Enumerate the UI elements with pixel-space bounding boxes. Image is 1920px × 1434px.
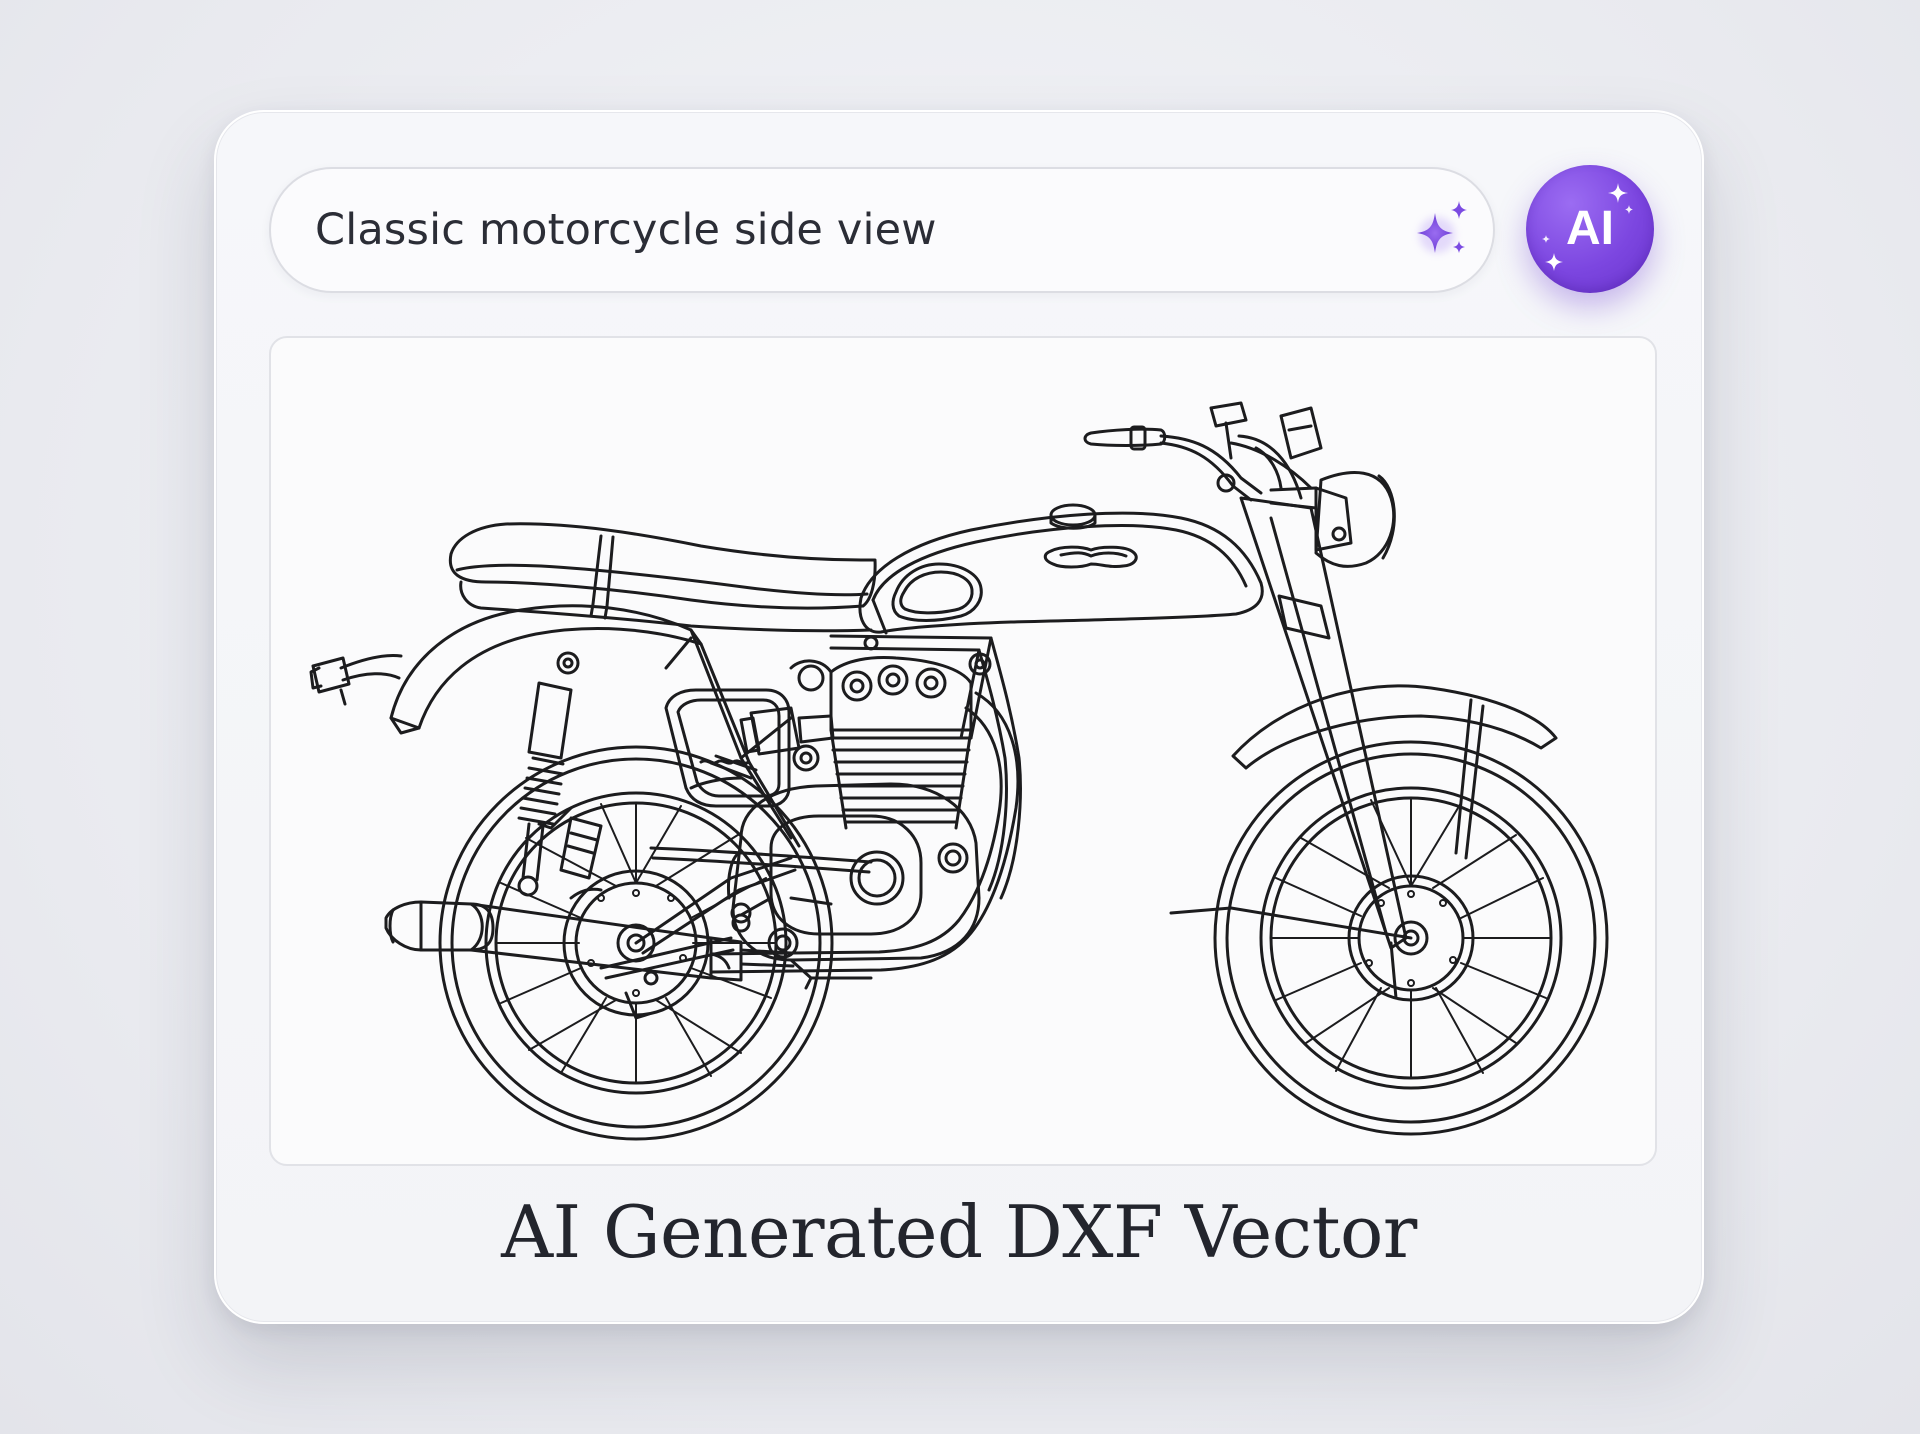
- ai-generate-button[interactable]: AI: [1526, 165, 1654, 293]
- sparkles-icon[interactable]: [1401, 191, 1481, 271]
- fuel-tank: [858, 503, 1264, 635]
- handlebars: [1083, 401, 1323, 502]
- front-fork: [1239, 496, 1408, 950]
- ai-button-label: AI: [1566, 202, 1614, 255]
- seat: [448, 522, 877, 633]
- generator-card: Classic motorcycle side view AI AI Gener…: [214, 110, 1704, 1324]
- vector-preview-canvas[interactable]: [269, 336, 1657, 1166]
- caption-title: AI Generated DXF Vector: [501, 1190, 1417, 1274]
- rear-fender: [309, 604, 703, 735]
- prompt-input[interactable]: Classic motorcycle side view: [269, 167, 1495, 293]
- rear-shock: [517, 681, 603, 897]
- prompt-input-value[interactable]: Classic motorcycle side view: [315, 169, 937, 291]
- exhaust: [384, 691, 1020, 982]
- headlight: [1314, 471, 1396, 568]
- motorcycle-line-art: [309, 401, 1609, 1141]
